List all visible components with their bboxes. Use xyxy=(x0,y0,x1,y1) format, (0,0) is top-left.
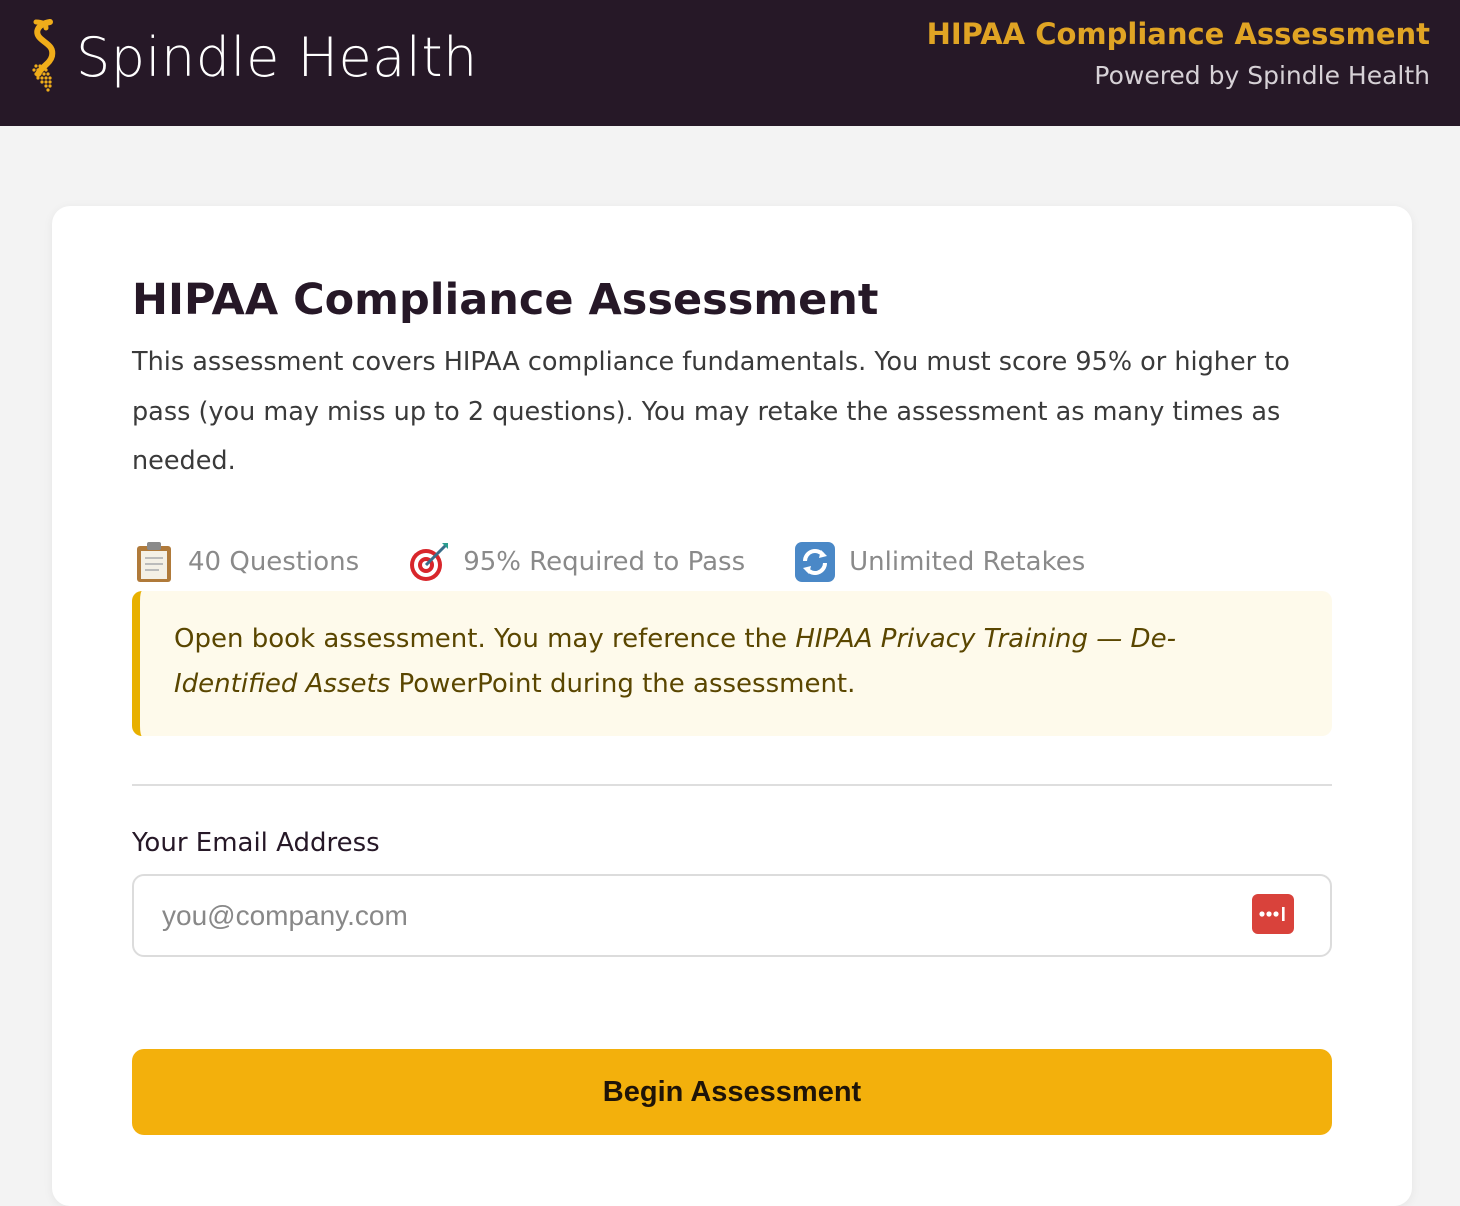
divider xyxy=(132,784,1332,786)
assessment-card: HIPAA Compliance Assessment This assessm… xyxy=(52,206,1412,1206)
email-input[interactable] xyxy=(162,876,1242,955)
begin-assessment-button[interactable]: Begin Assessment xyxy=(132,1049,1332,1135)
page-title: HIPAA Compliance Assessment xyxy=(132,275,879,325)
email-label: Your Email Address xyxy=(132,828,380,858)
top-bar: Spindle Health HIPAA Compliance Assessme… xyxy=(0,0,1460,126)
stat-label: Unlimited Retakes xyxy=(849,547,1086,577)
brand-name: Spindle Health xyxy=(76,26,478,89)
target-icon xyxy=(407,540,451,584)
header-subtitle: Powered by Spindle Health xyxy=(1094,61,1430,90)
assessment-stats: 40 Questions 95% Required to Pass Unlimi… xyxy=(132,540,1133,584)
stat-retakes: Unlimited Retakes xyxy=(793,540,1085,584)
spindle-logo-icon xyxy=(32,19,56,92)
clipboard-icon xyxy=(132,540,176,584)
open-book-notice: Open book assessment. You may reference … xyxy=(132,591,1332,736)
stat-label: 40 Questions xyxy=(188,547,360,577)
assessment-description: This assessment covers HIPAA compliance … xyxy=(132,347,1290,476)
header-info: HIPAA Compliance Assessment Powered by S… xyxy=(927,14,1430,96)
stat-pass-requirement: 95% Required to Pass xyxy=(407,540,745,584)
stat-label: 95% Required to Pass xyxy=(463,547,746,577)
stat-questions: 40 Questions xyxy=(132,540,359,584)
header-title: HIPAA Compliance Assessment xyxy=(926,17,1430,51)
refresh-icon xyxy=(793,540,837,584)
notice-suffix: PowerPoint during the assessment. xyxy=(390,669,856,699)
email-field-wrapper xyxy=(132,874,1332,957)
password-manager-icon[interactable] xyxy=(1252,894,1294,934)
notice-prefix: Open book assessment. You may reference … xyxy=(174,624,796,654)
